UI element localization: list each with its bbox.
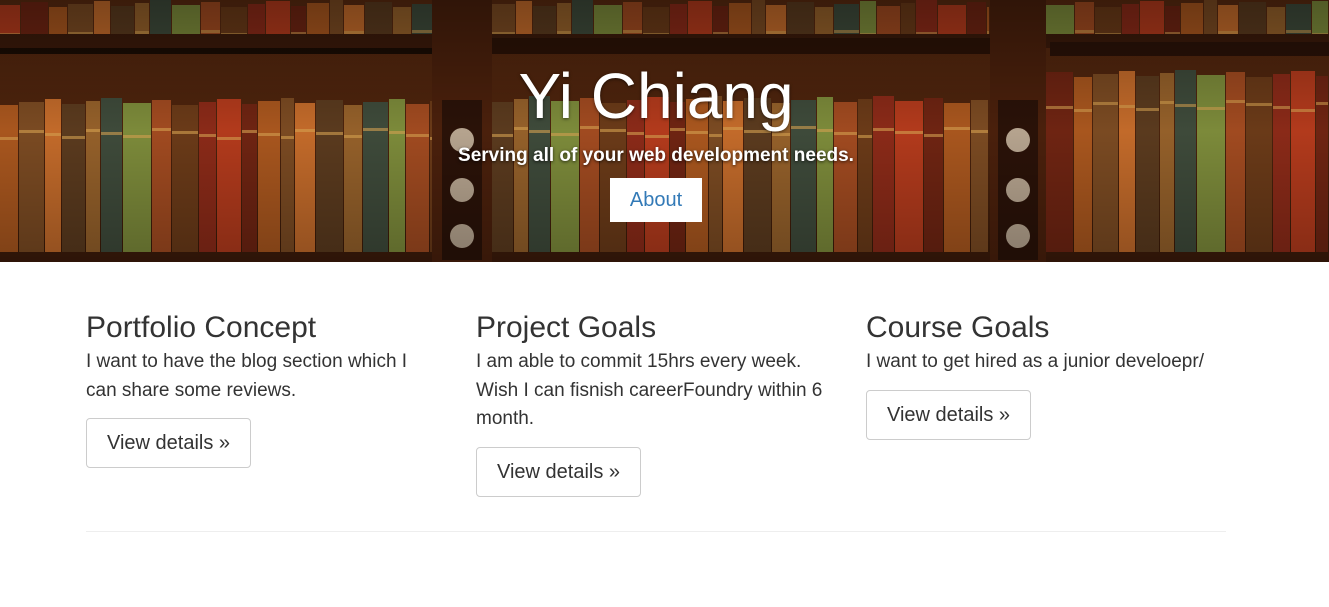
site-tagline: Serving all of your web development need… [458,145,854,166]
view-details-button[interactable]: View details » [476,446,642,497]
view-details-button[interactable]: View details » [866,389,1032,440]
column-text: I want to have the blog section which I … [86,351,408,401]
view-details-button[interactable]: View details » [86,418,252,468]
column-text: I want to get hired as a junior develoep… [866,351,1204,372]
column-text: I am able to commit 15hrs every week. Wi… [476,351,823,429]
hero-jumbotron: Yi Chiang Serving all of your web develo… [0,0,1329,262]
site-title: Yi Chiang [518,60,794,132]
column-course-goals: Course Goals I want to get hired as a ju… [866,308,1236,440]
column-heading: Portfolio Concept [86,311,317,344]
column-heading: Course Goals [866,311,1050,344]
column-project-goals: Project Goals I am able to commit 15hrs … [476,308,826,497]
column-portfolio-concept: Portfolio Concept I want to have the blo… [86,308,436,468]
about-button[interactable]: About [610,178,702,222]
section-divider [86,531,1226,532]
column-heading: Project Goals [476,311,657,344]
